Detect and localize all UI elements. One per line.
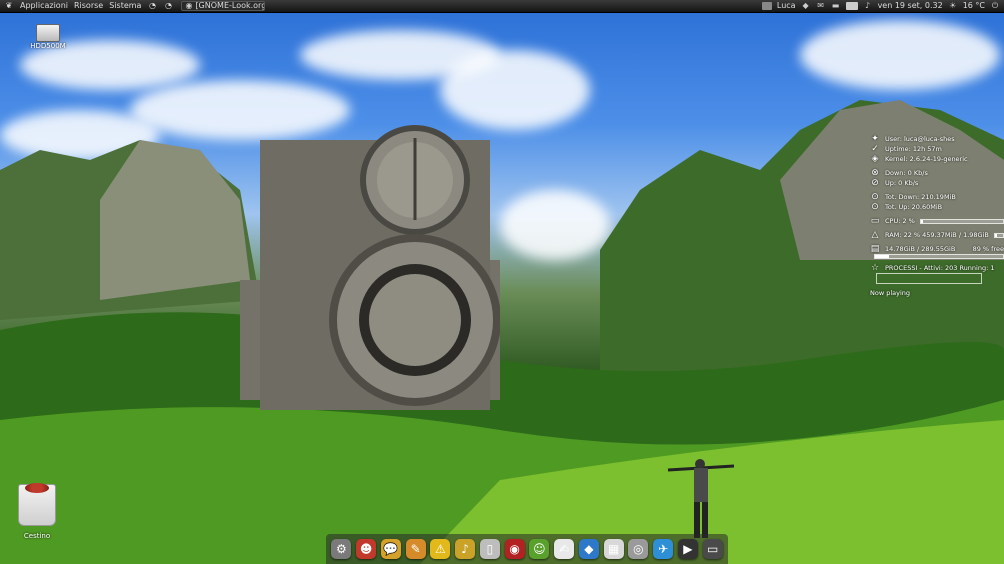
upload-icon: ⊘ [871, 178, 879, 188]
conky-cpu: CPU: 2 % [885, 217, 915, 225]
messaging-icon[interactable]: ✉ [816, 1, 826, 11]
harddisk-icon[interactable]: ◎ [628, 539, 649, 559]
launcher-icon[interactable]: ◔ [147, 1, 157, 11]
stone-tower-illustration [240, 125, 500, 410]
weather-temp[interactable]: 16 °C [963, 0, 985, 12]
trash-label: Cestino [23, 532, 51, 540]
network-icon[interactable]: ◆ [801, 1, 811, 11]
launcher-icon-2[interactable]: ◔ [163, 1, 173, 11]
ram-bar-fill [994, 233, 997, 237]
volume-icon[interactable]: ♪ [863, 1, 873, 11]
frog-app-icon[interactable]: ☺ [529, 539, 550, 559]
menu-risorse[interactable]: Risorse [74, 0, 103, 12]
calendar-icon[interactable]: ▦ [603, 539, 624, 559]
total-upload-icon: ⊙ [871, 202, 879, 212]
download-icon: ⊗ [871, 168, 879, 178]
cpu-icon: ▭ [870, 216, 880, 226]
red-app-icon[interactable]: ◉ [504, 539, 525, 559]
top-panel: ❦ Applicazioni Risorse Sistema ◔ ◔ ◉ [GN… [0, 0, 1004, 13]
disk-bar [874, 254, 1004, 259]
conky-kernel: Kernel: 2.6.24-19-generic [885, 155, 968, 163]
dock: ⚙ ☻ 💬 ✎ ⚠ ♪ ▯ ◉ ☺ ✍ ◆ ▦ ◎ ✈ ▶ ▭ [326, 534, 728, 564]
hdd-label: HDD500M [30, 42, 66, 50]
menu-sistema[interactable]: Sistema [109, 0, 141, 12]
user-switcher[interactable]: Luca [777, 0, 796, 12]
laptop-icon[interactable]: ▭ [702, 539, 723, 559]
total-download-icon: ⊙ [871, 192, 879, 202]
disk-bar-fill [875, 255, 890, 258]
conky-up: Up: 0 Kb/s [885, 179, 919, 187]
pidgin-chat-icon[interactable]: 💬 [380, 539, 401, 559]
desktop-icon-trash[interactable]: Cestino [14, 483, 60, 540]
system-monitor-widget: ✦ User: luca@luca-shes ✓ Uptime: 12h 57m ◈… [870, 134, 1004, 298]
weather-icon[interactable]: ☀ [948, 1, 958, 11]
cpu-bar-fill [920, 219, 923, 223]
trash-bin-icon [18, 483, 56, 526]
process-graph [876, 273, 982, 284]
ram-icon: △ [871, 230, 879, 240]
music-icon[interactable]: ♪ [455, 539, 476, 559]
bird-app-icon[interactable]: ✈ [653, 539, 674, 559]
panel-menus: ❦ Applicazioni Risorse Sistema ◔ ◔ [4, 0, 173, 12]
clock[interactable]: ven 19 set, 0.32 [878, 0, 943, 12]
conky-tot-up: Tot. Up: 20.60MiB [885, 203, 943, 211]
terminal-icon[interactable]: ▶ [677, 539, 698, 559]
document-edit-icon[interactable]: ✍ [554, 539, 575, 559]
ubuntu-logo-icon: ✦ [871, 134, 879, 144]
conky-disk-free: 89 % free [972, 245, 1004, 253]
person-figure [667, 459, 735, 538]
warning-tool-icon[interactable]: ⚠ [430, 539, 451, 559]
terminal-tray-icon[interactable] [761, 2, 772, 10]
shutdown-icon[interactable]: ⏻ [990, 1, 1000, 11]
menu-applicazioni[interactable]: Applicazioni [20, 0, 68, 12]
browser-window-icon: ◉ [185, 1, 193, 10]
gimp-icon[interactable]: ✎ [405, 539, 426, 559]
conky-down: Down: 0 Kb/s [885, 169, 928, 177]
conky-disk-used: 14.78GiB / 289.55GiB [885, 245, 956, 253]
gnome-foot-icon[interactable]: ❦ [4, 1, 14, 11]
ram-bar [993, 232, 1004, 238]
kernel-icon: ◈ [871, 154, 879, 164]
trash-tray-icon[interactable]: ▬ [831, 1, 841, 11]
mountains-illustration [0, 100, 1004, 564]
system-settings-icon[interactable]: ⚙ [331, 539, 352, 559]
desktop-icon-hdd[interactable]: HDD500M [26, 24, 70, 50]
disk-icon: ▤ [870, 244, 880, 254]
conky-tot-down: Tot. Down: 210.19MiB [885, 193, 956, 201]
system-tray: Luca ◆ ✉ ▬ ♪ ven 19 set, 0.32 ☀ 16 °C ⏻ [761, 0, 1000, 12]
taskbar-window-button[interactable]: ◉ [GNOME-Look.org - ... [181, 1, 266, 11]
conky-user: User: luca@luca-shes [885, 135, 955, 143]
cpu-bar [919, 218, 1004, 224]
firefox-icon[interactable]: ☻ [356, 539, 377, 559]
wallpaper [0, 0, 1004, 564]
harddisk-drive-icon [36, 24, 60, 42]
conky-now-playing: Now playing [870, 289, 911, 297]
blue-folder-icon[interactable]: ◆ [578, 539, 599, 559]
taskbar-window-title: [GNOME-Look.org - ... [195, 1, 266, 10]
conky-ram: RAM: 22 % 459.37MiB / 1.98GiB [885, 231, 989, 239]
conky-uptime: Uptime: 12h 57m [885, 145, 942, 153]
uptime-icon: ✓ [871, 144, 879, 154]
ipod-icon[interactable]: ▯ [479, 539, 500, 559]
processes-star-icon: ☆ [870, 263, 880, 273]
workspace-switcher[interactable] [845, 2, 858, 10]
conky-processes: PROCESSI - Attivi: 203 Running: 1 [885, 264, 995, 272]
